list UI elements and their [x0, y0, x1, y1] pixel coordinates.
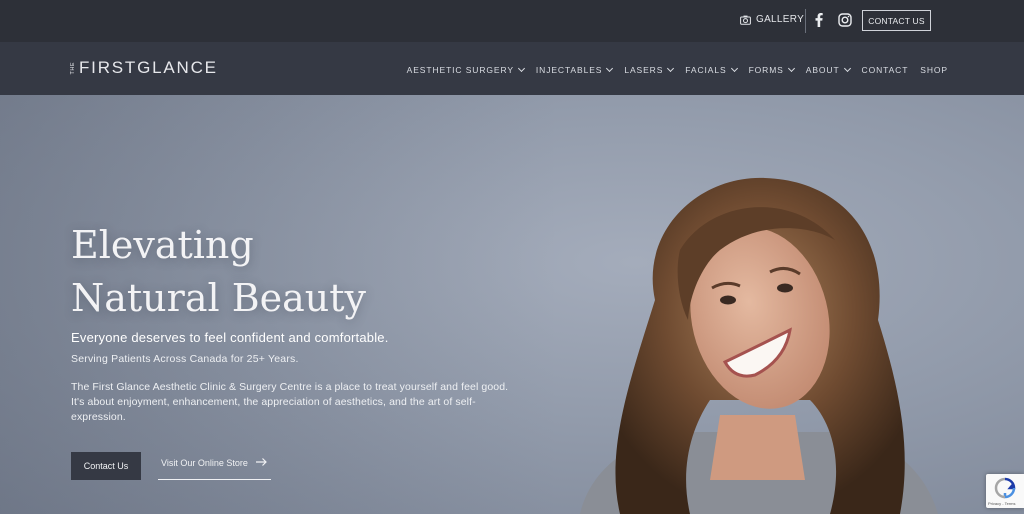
gallery-label: GALLERY [756, 14, 805, 25]
recaptcha-badge[interactable]: Privacy - Terms [986, 474, 1024, 508]
facebook-icon [815, 13, 823, 27]
nav-item-aesthetic-surgery[interactable]: AESTHETIC SURGERY [406, 64, 525, 75]
top-utility-bar: GALLERY CONTACT US [0, 0, 1024, 42]
hero-portrait-image [580, 177, 938, 514]
chevron-down-icon [730, 64, 738, 73]
nav-item-label: INJECTABLES [535, 65, 603, 75]
camera-icon [740, 15, 751, 25]
instagram-icon [838, 13, 852, 27]
nav-item-label: LASERS [624, 65, 664, 75]
visit-store-label: Visit Our Online Store [161, 458, 248, 468]
nav-item-label: AESTHETIC SURGERY [406, 65, 514, 75]
nav-item-forms[interactable]: FORMS [748, 64, 795, 75]
main-menu: AESTHETIC SURGERY INJECTABLES LASERS FAC… [406, 64, 948, 75]
nav-item-label: SHOP [920, 65, 948, 75]
hero-subtagline: Serving Patients Across Canada for 25+ Y… [71, 353, 299, 365]
logo-prefix: THE [70, 61, 76, 75]
recaptcha-icon [994, 477, 1016, 499]
hero-headline-line1: Elevating [71, 223, 254, 267]
nav-item-lasers[interactable]: LASERS [624, 64, 675, 75]
facebook-link[interactable] [815, 13, 823, 32]
hero-section: Elevating Natural Beauty [0, 95, 1024, 514]
chevron-down-icon [843, 64, 851, 73]
nav-item-label: ABOUT [805, 65, 840, 75]
topbar-divider [805, 9, 806, 33]
instagram-link[interactable] [838, 13, 852, 32]
hero-headline-line2: Natural Beauty [71, 276, 366, 320]
nav-item-shop[interactable]: SHOP [920, 65, 948, 75]
chevron-down-icon [667, 64, 675, 73]
chevron-down-icon [606, 64, 614, 73]
nav-item-label: FORMS [748, 65, 784, 75]
hero-description: The First Glance Aesthetic Clinic & Surg… [71, 381, 509, 423]
logo-brand: FIRSTGLANCE [79, 58, 218, 77]
visit-store-button[interactable]: Visit Our Online Store [158, 456, 271, 480]
hero-tagline: Everyone deserves to feel confident and … [71, 330, 389, 345]
recaptcha-text: Privacy - Terms [988, 501, 1016, 506]
gallery-link[interactable]: GALLERY [740, 14, 804, 25]
contact-us-button[interactable]: CONTACT US [862, 10, 931, 31]
hero-contact-button[interactable]: Contact Us [71, 452, 141, 480]
chevron-down-icon [787, 64, 795, 73]
nav-item-contact[interactable]: CONTACT [862, 65, 909, 75]
site-logo[interactable]: THE FIRSTGLANCE [70, 58, 218, 78]
chevron-down-icon [517, 64, 525, 73]
nav-item-label: CONTACT [861, 65, 909, 75]
nav-item-label: FACIALS [685, 65, 727, 75]
hero-headline: Elevating Natural Beauty [71, 219, 366, 325]
nav-item-injectables[interactable]: INJECTABLES [535, 64, 614, 75]
nav-item-facials[interactable]: FACIALS [685, 64, 738, 75]
nav-item-about[interactable]: ABOUT [805, 64, 851, 75]
arrow-right-icon [255, 458, 267, 466]
